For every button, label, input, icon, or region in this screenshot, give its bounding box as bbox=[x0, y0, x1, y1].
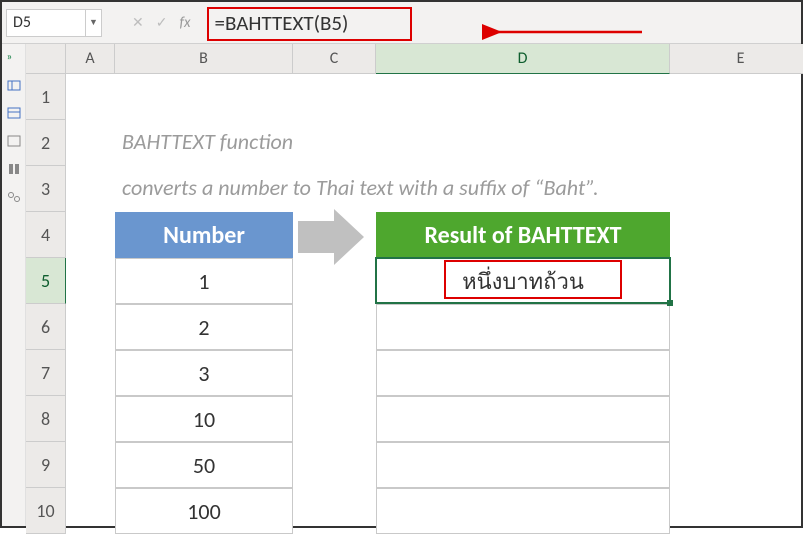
row-header-4[interactable]: 4 bbox=[26, 212, 66, 258]
cell-B8[interactable]: 10 bbox=[115, 396, 293, 442]
header-number: Number bbox=[115, 212, 293, 258]
enter-icon[interactable]: ✓ bbox=[156, 14, 168, 31]
cell-D5[interactable]: หนึ่งบาทถ้วน bbox=[376, 258, 670, 304]
spreadsheet-grid: ABCDE 12345678910 BAHTTEXT function conv… bbox=[26, 44, 801, 526]
formula-text: =BAHTTEXT(B5) bbox=[215, 10, 349, 36]
cell-B7[interactable]: 3 bbox=[115, 350, 293, 396]
formula-bar-icons: ✕ ✓ fx bbox=[132, 14, 191, 32]
select-all-corner[interactable] bbox=[26, 44, 66, 74]
row-header-5[interactable]: 5 bbox=[26, 258, 66, 304]
side-icon-4[interactable] bbox=[7, 162, 21, 176]
arrow-icon bbox=[298, 209, 364, 265]
description-line-2: converts a number to Thai text with a su… bbox=[122, 174, 599, 201]
expand-icon[interactable]: » bbox=[7, 50, 21, 64]
cell-B5[interactable]: 1 bbox=[115, 258, 293, 304]
cancel-icon[interactable]: ✕ bbox=[132, 14, 144, 31]
row-headers: 12345678910 bbox=[26, 74, 66, 534]
name-box-dropdown[interactable]: ▼ bbox=[86, 9, 102, 37]
formula-bar: D5 ▼ ✕ ✓ fx =BAHTTEXT(B5) bbox=[2, 2, 801, 44]
cell-D6[interactable] bbox=[376, 304, 670, 350]
row-header-9[interactable]: 9 bbox=[26, 442, 66, 488]
header-result: Result of BAHTTEXT bbox=[376, 212, 670, 258]
row-header-8[interactable]: 8 bbox=[26, 396, 66, 442]
fx-icon[interactable]: fx bbox=[179, 14, 190, 32]
side-icon-5[interactable] bbox=[7, 190, 21, 204]
cell-B10[interactable]: 100 bbox=[115, 488, 293, 534]
cell-B6[interactable]: 2 bbox=[115, 304, 293, 350]
cells-area[interactable]: BAHTTEXT function converts a number to T… bbox=[66, 74, 801, 526]
row-header-7[interactable]: 7 bbox=[26, 350, 66, 396]
cell-D8[interactable] bbox=[376, 396, 670, 442]
row-header-1[interactable]: 1 bbox=[26, 74, 66, 120]
side-tab-strip: » bbox=[2, 44, 26, 526]
column-header-A[interactable]: A bbox=[66, 44, 115, 74]
formula-input[interactable]: =BAHTTEXT(B5) bbox=[207, 5, 801, 41]
side-icon-1[interactable] bbox=[7, 78, 21, 92]
description-line-1: BAHTTEXT function bbox=[122, 128, 293, 155]
column-headers: ABCDE bbox=[66, 44, 803, 74]
column-header-D[interactable]: D bbox=[376, 44, 670, 74]
cell-D10[interactable] bbox=[376, 488, 670, 534]
column-header-B[interactable]: B bbox=[115, 44, 293, 74]
side-icon-3[interactable] bbox=[7, 134, 21, 148]
name-box[interactable]: D5 bbox=[6, 9, 86, 37]
row-header-2[interactable]: 2 bbox=[26, 120, 66, 166]
cell-D7[interactable] bbox=[376, 350, 670, 396]
row-header-10[interactable]: 10 bbox=[26, 488, 66, 534]
column-header-E[interactable]: E bbox=[670, 44, 803, 74]
cell-D9[interactable] bbox=[376, 442, 670, 488]
side-icon-2[interactable] bbox=[7, 106, 21, 120]
cell-B9[interactable]: 50 bbox=[115, 442, 293, 488]
column-header-C[interactable]: C bbox=[293, 44, 376, 74]
row-header-6[interactable]: 6 bbox=[26, 304, 66, 350]
row-header-3[interactable]: 3 bbox=[26, 166, 66, 212]
